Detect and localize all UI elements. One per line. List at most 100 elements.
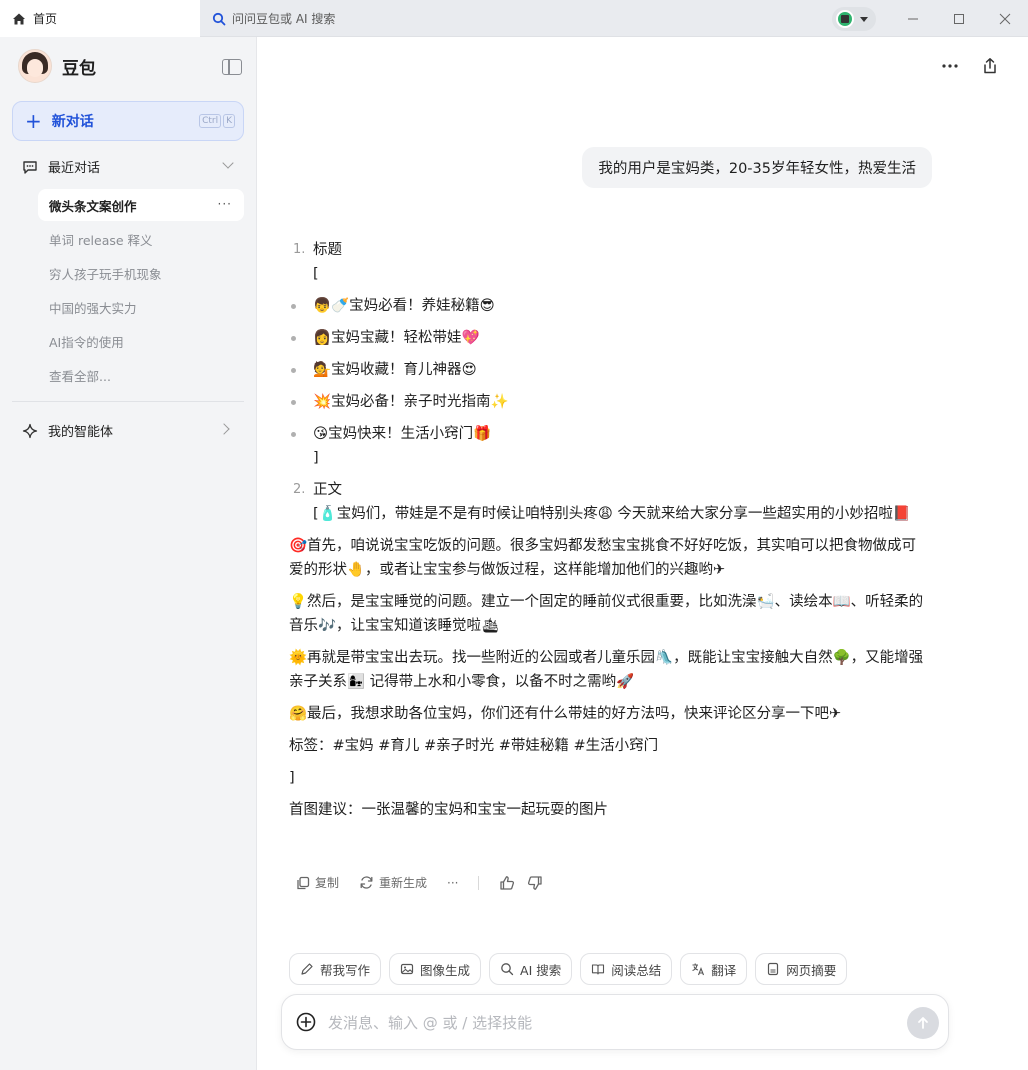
my-agents-label: 我的智能体 xyxy=(48,425,114,440)
body-paragraph: 🌞再就是带宝宝出去玩。找一些附近的公园或者儿童乐园🛝，既能让宝宝接触大自然🌳，又… xyxy=(289,650,924,690)
list-item-body-section: 2. 正文 [🧴宝妈们，带娃是不是有时候让咱特别头疼😩 今天就来给大家分享一些超… xyxy=(289,478,929,526)
shortcut-key-ctrl: Ctrl xyxy=(199,114,222,128)
skill-label: 阅读总结 xyxy=(611,962,662,978)
my-agents-item[interactable]: 我的智能体 xyxy=(22,421,236,440)
conversation-item-active[interactable]: 微头条文案创作 ··· xyxy=(38,189,244,221)
conversation-title: 微头条文案创作 xyxy=(49,198,137,214)
send-button[interactable] xyxy=(907,1007,939,1039)
skill-translate-button[interactable]: 翻译 xyxy=(680,953,748,985)
shortcut-key-k: K xyxy=(223,114,235,128)
share-icon xyxy=(984,58,996,74)
closing-bracket: ] xyxy=(289,770,295,786)
conversation-title: 中国的强大实力 xyxy=(49,300,137,316)
section-heading: 正文 xyxy=(313,482,342,498)
action-separator xyxy=(478,875,480,890)
translate-icon xyxy=(692,963,705,976)
list-number: 2. xyxy=(293,482,306,497)
message-input[interactable] xyxy=(328,1009,888,1037)
skill-label: 帮我写作 xyxy=(320,962,371,978)
sidebar-toggle-icon[interactable] xyxy=(222,59,242,75)
conversation-item[interactable]: 单词 release 释义 xyxy=(38,223,244,255)
skill-chips: 帮我写作 图像生成 AI 搜索 阅读总结 翻译 网页摘要 xyxy=(289,953,848,985)
sparkle-icon xyxy=(22,423,38,438)
skill-webpage-summary-button[interactable]: 网页摘要 xyxy=(755,953,848,985)
regenerate-label: 重新生成 xyxy=(379,876,428,890)
emoji: 😘 xyxy=(313,426,329,442)
document-icon xyxy=(768,962,779,976)
brand: 豆包 xyxy=(18,49,96,83)
title-suggestion: 💁宝妈收藏！育儿神器😍 xyxy=(289,358,929,382)
skill-ai-search-button[interactable]: AI 搜索 xyxy=(489,953,573,985)
more-options-icon[interactable]: ··· xyxy=(218,197,232,211)
skill-label: AI 搜索 xyxy=(520,962,562,978)
tags-line: 标签：#宝妈 #育儿 #亲子时光 #带娃秘籍 #生活小窍门 xyxy=(289,738,659,754)
more-menu-button[interactable] xyxy=(938,54,962,78)
tab-search[interactable]: 问问豆包或 AI 搜索 xyxy=(212,0,335,37)
maximize-button[interactable] xyxy=(936,0,982,37)
conversation-title: AI指令的使用 xyxy=(49,334,124,350)
title-text: 宝妈必备！亲子时光指南 xyxy=(331,394,491,410)
tab-home-label: 首页 xyxy=(33,12,58,26)
thumbs-up-button[interactable] xyxy=(499,875,515,891)
add-circle-icon[interactable] xyxy=(296,1012,316,1032)
emoji: 😍 xyxy=(461,362,477,378)
pen-icon xyxy=(301,963,313,975)
copy-button[interactable]: 复制 xyxy=(296,874,339,891)
title-suggestion: 💥宝妈必备！亲子时光指南✨ xyxy=(289,390,929,414)
sidebar: 豆包 + 新对话 Ctrl K 最近对话 微头条文案创作 ··· 单词 rele… xyxy=(0,37,257,1070)
book-icon xyxy=(592,964,605,975)
message-composer xyxy=(281,994,949,1050)
conversation-item[interactable]: AI指令的使用 xyxy=(38,325,244,357)
emoji: 💁 xyxy=(313,362,332,378)
bracket-close: ] xyxy=(313,450,319,466)
account-menu[interactable] xyxy=(832,7,876,31)
skill-image-button[interactable]: 图像生成 xyxy=(389,953,482,985)
message-actions: 复制 重新生成 ··· xyxy=(296,874,543,891)
share-button[interactable] xyxy=(978,54,1002,78)
body-intro: [🧴宝妈们，带娃是不是有时候让咱特别头疼😩 今天就来给大家分享一些超实用的小妙招… xyxy=(313,506,911,522)
more-horizontal-icon xyxy=(942,64,958,68)
conversation-item[interactable]: 穷人孩子玩手机现象 xyxy=(38,257,244,289)
chevron-right-icon xyxy=(218,423,230,435)
title-suggestion: 👦🍼宝妈必看！养娃秘籍😎 xyxy=(289,294,929,318)
skill-label: 图像生成 xyxy=(420,962,471,978)
minimize-icon xyxy=(908,18,918,19)
title-bar: 首页 问问豆包或 AI 搜索 xyxy=(0,0,1028,37)
copy-label: 复制 xyxy=(315,876,340,890)
user-message: 我的用户是宝妈类，20-35岁年轻女性，热爱生活 xyxy=(582,147,932,188)
sidebar-divider xyxy=(12,401,244,402)
more-actions-button[interactable]: ··· xyxy=(447,876,458,890)
search-icon xyxy=(501,963,514,976)
body-paragraph: 💡然后，是宝宝睡觉的问题。建立一个固定的睡前仪式很重要，比如洗澡🛀、读绘本📖、听… xyxy=(289,594,924,634)
arrow-up-icon xyxy=(918,1017,928,1029)
robot-icon xyxy=(836,10,854,28)
new-chat-button[interactable]: + 新对话 Ctrl K xyxy=(12,101,244,141)
view-all-link[interactable]: 查看全部... xyxy=(38,359,244,391)
list-number: 1. xyxy=(293,242,306,257)
tab-home[interactable]: 首页 xyxy=(0,0,200,37)
chat-bubble-icon xyxy=(23,160,37,174)
skill-reading-button[interactable]: 阅读总结 xyxy=(580,953,673,985)
conversation-title: 单词 release 释义 xyxy=(49,232,153,248)
search-icon xyxy=(212,12,226,25)
tab-search-label: 问问豆包或 AI 搜索 xyxy=(232,12,336,26)
emoji: 😎 xyxy=(479,298,495,314)
conversation-title: 穷人孩子玩手机现象 xyxy=(49,266,162,282)
brand-name: 豆包 xyxy=(62,58,96,79)
minimize-button[interactable] xyxy=(890,0,936,37)
section-heading: 标题 xyxy=(313,242,342,258)
thumbs-up-icon xyxy=(500,875,515,890)
thumbs-down-button[interactable] xyxy=(527,875,543,891)
emoji: 💖 xyxy=(461,330,480,346)
skill-writing-button[interactable]: 帮我写作 xyxy=(289,953,382,985)
close-button[interactable] xyxy=(982,0,1028,37)
title-text: 宝妈收藏！育儿神器 xyxy=(331,362,462,378)
body-paragraph: 🤗最后，我想求助各位宝妈，你们还有什么带娃的好方法吗，快来评论区分享一下吧✈ xyxy=(289,706,842,722)
skill-label: 翻译 xyxy=(711,962,737,978)
regenerate-button[interactable]: 重新生成 xyxy=(359,874,427,891)
title-text: 宝妈快来！生活小窍门 xyxy=(328,426,474,442)
close-icon xyxy=(999,13,1011,24)
conversation-item[interactable]: 中国的强大实力 xyxy=(38,291,244,323)
copy-icon xyxy=(297,876,310,889)
recent-conversations-header[interactable]: 最近对话 xyxy=(22,157,236,176)
